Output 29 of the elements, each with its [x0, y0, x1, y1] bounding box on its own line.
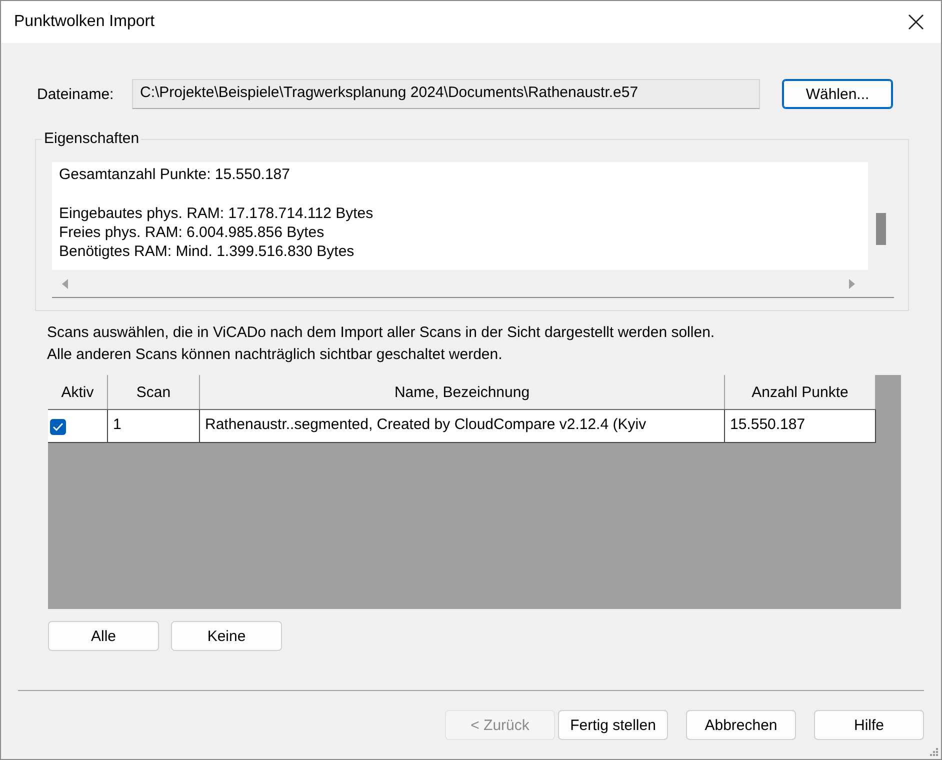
table-cell: Rathenaustr..segmented, Created by CloudCompare v2.12.4 (Kyiv [200, 410, 724, 442]
close-icon[interactable] [908, 14, 924, 30]
instruction-text: Alle anderen Scans können nachträglich sichtbar geschaltet werden. [47, 345, 504, 365]
scroll-right-icon[interactable] [848, 278, 856, 288]
filename-label: Dateiname: [37, 86, 115, 102]
instruction-text: Scans auswählen, die in ViCADo nach dem Import aller Scans in der Sicht dargestellt werden sollen. [47, 323, 716, 343]
property-text: Benötigtes RAM: Mind. 1.399.516.830 Bytes [59, 242, 356, 261]
footer-button[interactable]: Hilfe [814, 710, 924, 740]
property-text: Gesamtanzahl Punkte: 15.550.187 [59, 165, 291, 184]
checkbox[interactable] [50, 418, 66, 435]
window-title: Punktwolken Import [14, 13, 155, 31]
checkmark-icon [52, 422, 64, 432]
resize-grip-icon[interactable] [930, 748, 938, 756]
column-header[interactable]: Anzahl Punkte [724, 375, 876, 410]
column-header[interactable]: Name, Bezeichnung [200, 375, 724, 410]
footer-button[interactable]: Fertig stellen [558, 710, 668, 740]
property-text: Freies phys. RAM: 6.004.985.856 Bytes [59, 223, 326, 242]
scroll-left-icon[interactable] [61, 278, 69, 288]
choose-button[interactable]: Wählen... [782, 79, 893, 109]
column-header[interactable]: Scan [108, 375, 200, 410]
property-text: Eingebautes phys. RAM: 17.178.714.112 Bytes [59, 204, 374, 223]
table-cell: 15.550.187 [724, 410, 876, 442]
table-cell: 1 [108, 410, 200, 442]
footer-button[interactable]: Abbrechen [686, 710, 796, 740]
column-header[interactable]: Aktiv [48, 375, 108, 410]
group-title: Eigenschaften [42, 130, 142, 147]
selection-button[interactable]: Keine [171, 621, 282, 651]
filename-field: C:\Projekte\Beispiele\Tragwerksplanung 2024\Documents\Rathenaustr.e57 [132, 79, 760, 109]
selection-button[interactable]: Alle [48, 621, 159, 651]
